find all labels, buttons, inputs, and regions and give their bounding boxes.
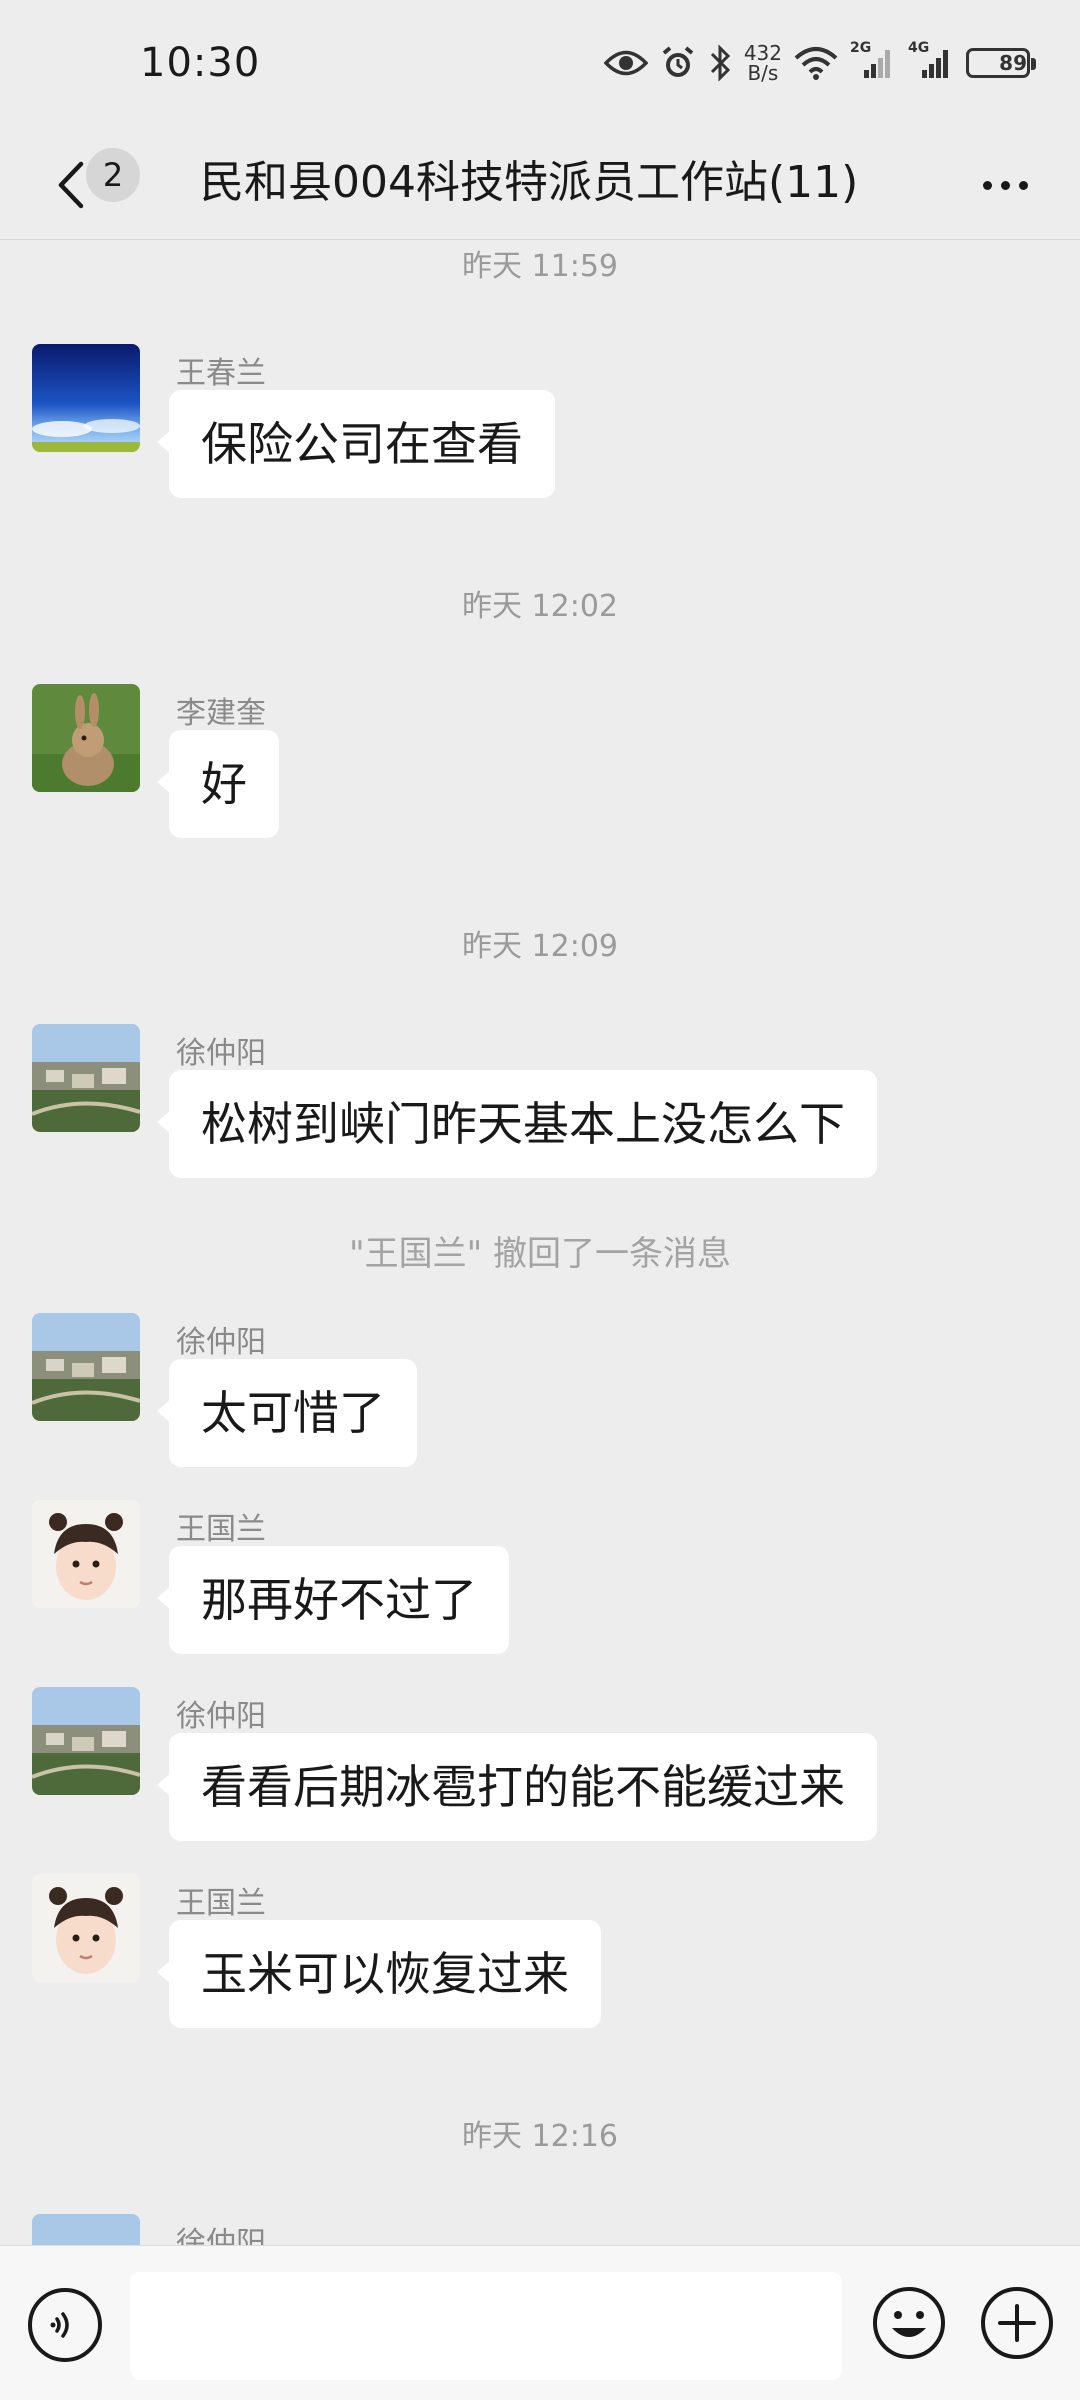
message-item: 徐仲阳 看看后期冰雹打的能不能缓过来 <box>32 1687 1032 1887</box>
avatar[interactable] <box>32 1874 140 1982</box>
chat-title: 民和县004科技特派员工作站(11) <box>200 157 859 208</box>
sender-name: 徐仲阳 <box>176 2226 266 2245</box>
signal-2g-icon: 2G <box>850 40 896 80</box>
net-speed-value: 432 <box>743 41 782 65</box>
avatar[interactable] <box>32 1024 140 1132</box>
message-bubble[interactable]: 好 <box>157 730 279 838</box>
message-bubble[interactable]: 松树到峡门昨天基本上没怎么下 <box>157 1070 877 1178</box>
more-dot <box>1000 180 1010 190</box>
message-bubble[interactable]: 玉米可以恢复过来 <box>157 1920 601 2028</box>
status-time: 10:30 <box>140 40 261 86</box>
sim2-label: 4G <box>908 40 930 56</box>
message-item: 王国兰 那再好不过了 <box>32 1500 1032 1700</box>
bluetooth-icon <box>708 44 732 82</box>
message-item: 李建奎 好 <box>32 684 1032 884</box>
plus-icon <box>981 2287 1053 2359</box>
timestamp: 昨天 11:59 <box>462 249 618 284</box>
battery-icon: 89 <box>966 48 1036 78</box>
sim1-label: 2G <box>850 40 872 56</box>
eye-icon <box>603 48 648 78</box>
sender-name: 王春兰 <box>176 356 266 391</box>
more-dot <box>1018 180 1028 190</box>
message-list[interactable]: 昨天 11:59 王春兰 保险公司在查看 昨天 12:02 李建奎 好 昨天 1… <box>0 241 1080 2245</box>
avatar[interactable] <box>32 1500 140 1608</box>
message-bubble[interactable]: 保险公司在查看 <box>157 390 555 498</box>
sender-name: 徐仲阳 <box>176 1699 266 1734</box>
net-speed-unit: B/s <box>747 61 779 85</box>
message-bubble[interactable]: 那再好不过了 <box>157 1546 509 1654</box>
message-bubble[interactable]: 太可惜了 <box>157 1359 417 1467</box>
more-functions-button[interactable] <box>978 2284 1056 2362</box>
recall-notice: "王国兰" 撤回了一条消息 <box>348 1234 732 1274</box>
emoji-icon <box>873 2287 945 2359</box>
alarm-icon <box>660 45 696 81</box>
sender-name: 王国兰 <box>176 1512 266 1547</box>
timestamp: 昨天 12:16 <box>462 2119 618 2154</box>
signal-4g-icon: 4G <box>908 40 954 80</box>
chevron-left-icon <box>58 161 84 209</box>
status-bar: 10:30 432 B/s 2G 4G 89 <box>0 0 1080 130</box>
input-bar <box>0 2245 1080 2400</box>
avatar[interactable] <box>32 2214 140 2245</box>
unread-count-badge[interactable]: 2 <box>86 148 140 202</box>
message-item: 徐仲阳 太可惜了 <box>32 1313 1032 1513</box>
avatar[interactable] <box>32 1313 140 1421</box>
sender-name: 徐仲阳 <box>176 1325 266 1360</box>
voice-button[interactable] <box>28 2288 102 2362</box>
voice-icon <box>50 2312 69 2338</box>
message-bubble[interactable]: 看看后期冰雹打的能不能缓过来 <box>157 1733 877 1841</box>
timestamp: 昨天 12:02 <box>462 589 618 624</box>
message-item: 徐仲阳 <box>32 2214 1032 2245</box>
more-button[interactable] <box>970 150 1040 220</box>
avatar[interactable] <box>32 344 140 452</box>
sender-name: 李建奎 <box>176 696 266 731</box>
battery-level: 89 <box>999 51 1027 75</box>
sender-name: 王国兰 <box>176 1886 266 1921</box>
emoji-button[interactable] <box>870 2284 948 2362</box>
status-icons: 432 B/s 2G 4G 89 <box>603 38 1036 88</box>
sender-name: 徐仲阳 <box>176 1036 266 1071</box>
message-input[interactable] <box>130 2272 842 2380</box>
avatar[interactable] <box>32 684 140 792</box>
avatar[interactable] <box>32 1687 140 1795</box>
message-item: 王春兰 保险公司在查看 <box>32 344 1032 544</box>
chat-header: 2 民和县004科技特派员工作站(11) <box>0 130 1080 240</box>
message-item: 徐仲阳 松树到峡门昨天基本上没怎么下 <box>32 1024 1032 1224</box>
timestamp: 昨天 12:09 <box>462 929 618 964</box>
wifi-icon <box>794 46 838 80</box>
message-item: 王国兰 玉米可以恢复过来 <box>32 1874 1032 2074</box>
net-speed: 432 B/s <box>744 43 782 83</box>
more-dot <box>982 180 992 190</box>
